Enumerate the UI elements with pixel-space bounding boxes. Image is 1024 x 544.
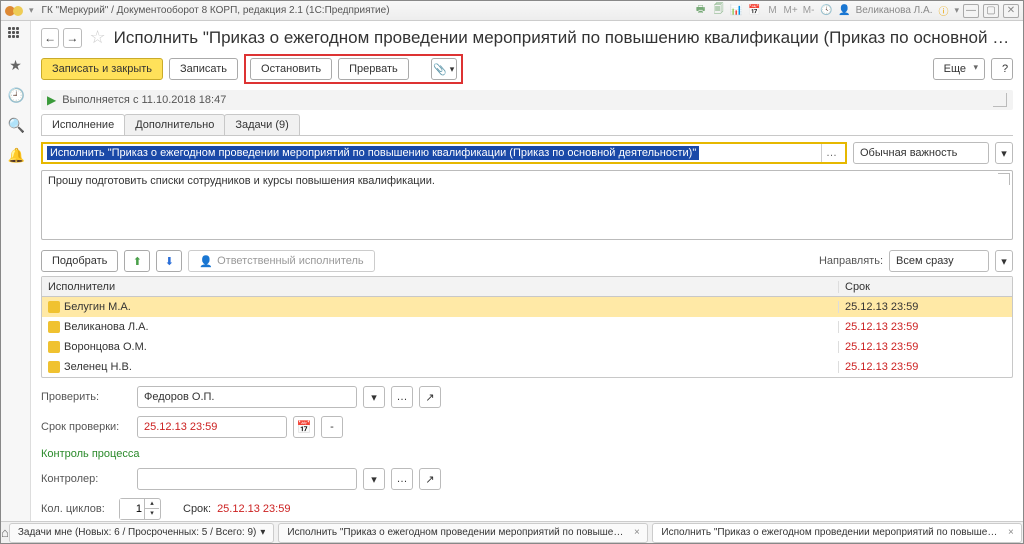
user-icon [48, 341, 60, 353]
subject-field[interactable]: Исполнить "Приказ о ежегодном проведении… [41, 142, 847, 164]
cycles-input[interactable] [120, 499, 144, 519]
table-row[interactable]: Воронцова О.М.25.12.13 23:59 [42, 337, 1012, 357]
user-icon [48, 301, 60, 313]
dropdown-button[interactable]: ▾ [363, 468, 385, 490]
importance-dropdown[interactable]: ▾ [995, 142, 1013, 164]
responsible-button[interactable]: 👤Ответственный исполнитель [188, 250, 374, 272]
stop-button[interactable]: Остановить [250, 58, 332, 80]
process-control-title: Контроль процесса [41, 448, 1013, 460]
table-row[interactable]: Зеленец Н.В.25.12.13 23:59 [42, 357, 1012, 377]
status-text: Выполняется с 11.10.2018 18:47 [62, 94, 226, 106]
favorites-icon[interactable]: ★ [8, 57, 24, 73]
clear-button[interactable]: - [321, 416, 343, 438]
table-row[interactable]: Белугин М.А.25.12.13 23:59 [42, 297, 1012, 317]
info-icon[interactable]: ⓘ [936, 4, 950, 18]
minimize-button[interactable]: — [963, 4, 979, 18]
description-field[interactable]: Прошу подготовить списки сотрудников и к… [41, 170, 1013, 240]
toolbar-icon[interactable]: 🖶 [694, 4, 708, 18]
cycles-label: Кол. циклов: [41, 503, 113, 515]
tab-additional[interactable]: Дополнительно [124, 114, 225, 135]
help-button[interactable]: ? [991, 58, 1013, 80]
send-mode-field[interactable]: Всем сразу [889, 250, 989, 272]
check-due-field[interactable]: 25.12.13 23:59 [137, 416, 287, 438]
more-button[interactable]: Еще [933, 58, 985, 80]
back-button[interactable]: ← [41, 28, 59, 48]
notifications-icon[interactable]: 🔔 [8, 147, 24, 163]
command-toolbar: Записать и закрыть Записать Остановить П… [41, 54, 1013, 84]
tab-tasks[interactable]: Задачи (9) [224, 114, 299, 135]
search-icon[interactable]: 🔍 [8, 117, 24, 133]
main-area: ← → ☆ Исполнить "Приказ о ежегодном пров… [31, 21, 1023, 521]
controller-field[interactable] [137, 468, 357, 490]
due-value: 25.12.13 23:59 [217, 503, 290, 515]
forward-button[interactable]: → [63, 28, 81, 48]
move-down-button[interactable]: ⬇ [156, 250, 182, 272]
left-sidebar: ★ 🕘 🔍 🔔 [1, 21, 31, 521]
select-button[interactable]: … [391, 468, 413, 490]
save-close-button[interactable]: Записать и закрыть [41, 58, 163, 80]
subject-text: Исполнить "Приказ о ежегодном проведении… [47, 146, 699, 160]
toolbar-icon[interactable]: 📊 [730, 4, 744, 18]
performers-toolbar: Подобрать ⬆ ⬇ 👤Ответственный исполнитель… [41, 250, 1013, 272]
user-icon [48, 361, 60, 373]
title-bar: ▾ ГК "Меркурий" / Документооборот 8 КОРП… [1, 1, 1023, 21]
due-label: Срок: [183, 503, 211, 515]
check-label: Проверить: [41, 391, 131, 403]
user-icon[interactable]: 👤 [838, 4, 852, 18]
highlighted-group: Остановить Прервать 📎▾ [244, 54, 463, 84]
close-icon[interactable]: × [634, 527, 639, 538]
controller-label: Контролер: [41, 473, 131, 485]
select-button[interactable]: … [391, 386, 413, 408]
col-due[interactable]: Срок [838, 281, 998, 293]
open-button[interactable]: ↗ [419, 468, 441, 490]
tabs: Исполнение Дополнительно Задачи (9) [41, 114, 1013, 136]
play-icon: ▶ [47, 93, 56, 107]
attach-button[interactable]: 📎▾ [431, 58, 457, 80]
close-button[interactable]: ✕ [1003, 4, 1019, 18]
status-line: ▶ Выполняется с 11.10.2018 18:47 [41, 90, 1013, 110]
tab-execution[interactable]: Исполнение [41, 114, 125, 135]
table-row[interactable]: Великанова Л.А.25.12.13 23:59 [42, 317, 1012, 337]
app-logo-icon [13, 6, 23, 16]
close-icon[interactable]: × [1008, 527, 1013, 538]
calendar-button[interactable]: 📅 [293, 416, 315, 438]
abort-button[interactable]: Прервать [338, 58, 409, 80]
cycles-spinner[interactable]: ▴▾ [119, 498, 161, 520]
send-mode-dropdown[interactable]: ▾ [995, 250, 1013, 272]
menu-grid-icon[interactable] [8, 27, 24, 43]
subject-select-button[interactable]: … [821, 144, 841, 162]
save-button[interactable]: Записать [169, 58, 238, 80]
move-up-button[interactable]: ⬆ [124, 250, 150, 272]
col-performers[interactable]: Исполнители [42, 281, 838, 293]
taskbar-tab[interactable]: Задачи мне (Новых: 6 / Просроченных: 5 /… [9, 523, 275, 543]
importance-field[interactable]: Обычная важность [853, 142, 989, 164]
home-icon[interactable]: ⌂ [1, 525, 9, 540]
open-button[interactable]: ↗ [419, 386, 441, 408]
app-title: ГК "Меркурий" / Документооборот 8 КОРП, … [42, 5, 390, 16]
page-title: Исполнить "Приказ о ежегодном проведении… [114, 28, 1013, 48]
favorite-star-icon[interactable]: ☆ [90, 27, 106, 48]
taskbar-tab[interactable]: Исполнить "Приказ о ежегодном проведении… [278, 523, 648, 543]
toolbar-icon[interactable]: 🗐 [712, 4, 726, 18]
check-field[interactable]: Федоров О.П. [137, 386, 357, 408]
send-label: Направлять: [819, 255, 883, 267]
dropdown-button[interactable]: ▾ [363, 386, 385, 408]
maximize-button[interactable]: ▢ [983, 4, 999, 18]
user-name: Великанова Л.А. [856, 5, 933, 16]
check-due-label: Срок проверки: [41, 421, 131, 433]
pick-button[interactable]: Подобрать [41, 250, 118, 272]
history-icon[interactable]: 🕘 [8, 87, 24, 103]
performers-grid: Исполнители Срок Белугин М.А.25.12.13 23… [41, 276, 1013, 378]
toolbar-icon[interactable]: 🕓 [820, 4, 834, 18]
taskbar: ⌂ Задачи мне (Новых: 6 / Просроченных: 5… [1, 521, 1023, 543]
taskbar-tab[interactable]: Исполнить "Приказ о ежегодном проведении… [652, 523, 1022, 543]
user-icon [48, 321, 60, 333]
toolbar-icon[interactable]: 📅 [748, 4, 762, 18]
